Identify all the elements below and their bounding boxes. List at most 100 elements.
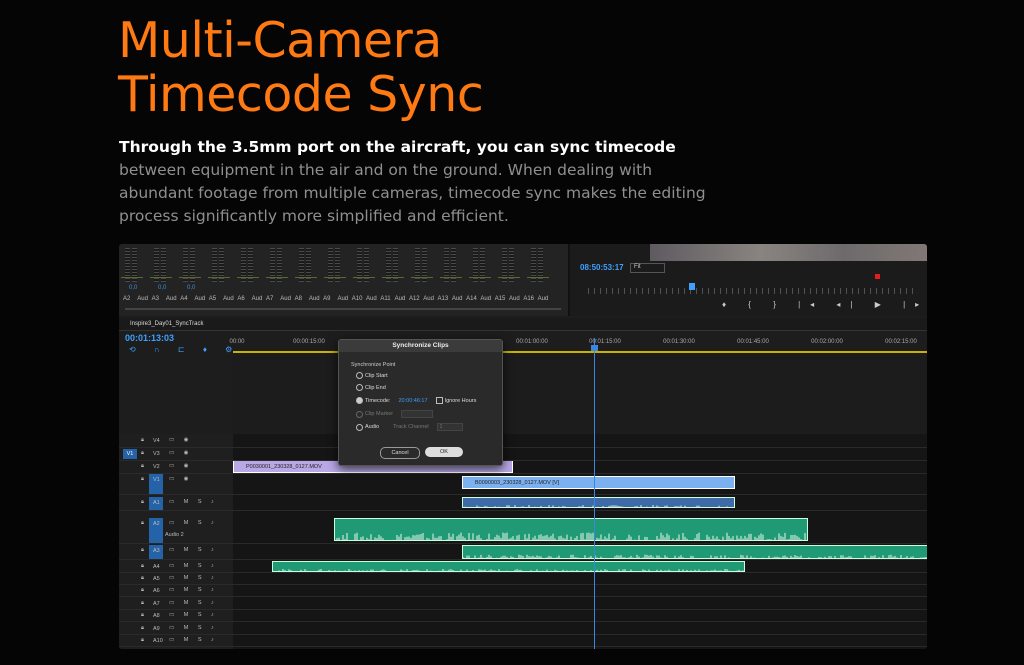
mixer-channel-label: A2	[123, 296, 131, 302]
mixer-channel-meter[interactable]	[324, 244, 346, 292]
mute-solo-icon[interactable]: ▭ M S ♪	[169, 587, 218, 593]
mixer-channel-meter[interactable]	[208, 244, 230, 292]
cancel-button[interactable]: Cancel	[380, 447, 420, 459]
mixer-channel-meter[interactable]	[527, 244, 549, 292]
timecode-field[interactable]: 20:00:46:17	[398, 398, 427, 404]
mixer-value: 0,0	[129, 285, 138, 291]
video-clip-v1[interactable]: B0090003_230328_0127.MOV [V]	[462, 476, 735, 489]
track-header-a1[interactable]: 🔒︎ A1 ▭ M S ♪	[119, 497, 233, 510]
track-header-a8[interactable]: 🔒︎ A8 ▭ M S ♪	[119, 610, 233, 621]
mixer-channel-label: Aud	[480, 296, 492, 302]
ruler-tick-label: 00:01:30:00	[663, 339, 695, 345]
track-header-a9[interactable]: 🔒︎ A9 ▭ M S ♪	[119, 623, 233, 634]
lock-icon[interactable]: 🔒︎	[141, 547, 148, 554]
track-header-v2[interactable]: 🔒︎ V2 ▭ ◉	[119, 461, 233, 473]
lock-icon[interactable]: 🔒︎	[141, 450, 148, 457]
monitor-timecode[interactable]: 08:50:53:17	[580, 263, 624, 272]
mixer-channel-meter[interactable]	[382, 244, 404, 292]
visibility-icon[interactable]: ▭ ◉	[169, 463, 193, 469]
track-header-v3[interactable]: V1 🔒︎ V3 ▭ ◉	[119, 448, 233, 460]
playhead-handle[interactable]	[591, 345, 598, 351]
mute-solo-icon[interactable]: ▭ M S ♪	[169, 547, 218, 553]
lock-icon[interactable]: 🔒︎	[141, 600, 148, 607]
mute-solo-icon[interactable]: ▭ M S ♪	[169, 612, 218, 618]
mute-solo-icon[interactable]: ▭ M S ♪	[169, 499, 218, 505]
track-header-a4[interactable]: 🔒︎ A4 ▭ M S ♪	[119, 561, 233, 572]
radio-icon[interactable]	[356, 423, 363, 431]
audio-clip-a4[interactable]	[272, 561, 745, 572]
sequence-tab[interactable]: Inspire3_Day01_SyncTrack	[119, 318, 927, 331]
lock-icon[interactable]: 🔒︎	[141, 575, 148, 582]
audio-clip-a3[interactable]	[462, 545, 927, 559]
mixer-channel-meter[interactable]	[353, 244, 375, 292]
mute-solo-icon[interactable]: ▭ M S ♪	[169, 637, 218, 643]
mixer-channel-meter[interactable]	[440, 244, 462, 292]
audio-clip-a1[interactable]	[462, 497, 735, 508]
radio-icon[interactable]	[356, 384, 363, 391]
track-channel-select[interactable]: 1	[436, 423, 463, 431]
visibility-icon[interactable]: ▭ ◉	[169, 450, 193, 456]
zoom-select[interactable]: Fit	[630, 263, 665, 273]
track-header-a7[interactable]: 🔒︎ A7 ▭ M S ♪	[119, 598, 233, 609]
audio-clip-a2[interactable]	[334, 518, 808, 541]
transport-controls[interactable]: ♦ { } |◂ ◂| ▶ |▸ ▸| ⇆ ⇆ ▣ ⊠	[722, 300, 927, 309]
playhead[interactable]	[594, 338, 595, 649]
track-header-v4[interactable]: 🔒︎ V4 ▭ ◉	[119, 435, 233, 447]
mute-solo-icon[interactable]: ▭ M S ♪	[169, 600, 218, 606]
mixer-channel-label: Aud	[280, 296, 291, 302]
radio-selected-icon[interactable]	[356, 397, 363, 404]
track-header-a3[interactable]: 🔒︎ A3 ▭ M S ♪	[119, 545, 233, 559]
lock-icon[interactable]: 🔒︎	[141, 563, 148, 570]
editor-screenshot: 0,0 0,0 0,0 A2 Aud A3 Aud A4 Aud A5 Aud A6 Aud A7 A…	[119, 244, 927, 649]
track-separator	[119, 621, 927, 622]
ok-button[interactable]: OK	[425, 447, 463, 457]
clip-marker-select[interactable]	[401, 410, 434, 418]
sequence-timecode[interactable]: 00:01:13:03	[125, 333, 174, 343]
mixer-channel-meter[interactable]	[411, 244, 433, 292]
option-clip-start[interactable]: Clip Start	[356, 372, 388, 379]
lock-icon[interactable]: 🔒︎	[141, 587, 148, 594]
lock-icon[interactable]: 🔒︎	[141, 637, 148, 644]
lock-icon[interactable]: 🔒︎	[141, 612, 148, 619]
lock-icon[interactable]: 🔒︎	[141, 437, 148, 444]
option-timecode[interactable]: Timecode: 20:00:46:17 Ignore Hours	[356, 397, 476, 404]
mixer-channel-meter[interactable]	[237, 244, 259, 292]
monitor-playhead[interactable]	[689, 283, 695, 290]
option-label: Clip End	[365, 384, 386, 391]
lock-icon[interactable]: 🔒︎	[141, 520, 148, 527]
visibility-icon[interactable]: ▭ ◉	[169, 437, 193, 443]
mixer-channel-meter[interactable]	[266, 244, 288, 292]
lock-icon[interactable]: 🔒︎	[141, 625, 148, 632]
mixer-channel-meter[interactable]	[469, 244, 491, 292]
mixer-channel-meter[interactable]	[295, 244, 317, 292]
mute-solo-icon[interactable]: ▭ M S ♪	[169, 563, 218, 569]
mixer-channel-label: A4	[180, 296, 188, 302]
visibility-icon[interactable]: ▭ ◉	[169, 476, 193, 482]
option-audio[interactable]: Audio Track Channel 1	[356, 423, 463, 431]
radio-icon[interactable]	[356, 410, 363, 418]
option-clip-end[interactable]: Clip End	[356, 384, 386, 391]
radio-icon[interactable]	[356, 372, 363, 379]
source-patch[interactable]: V1	[123, 449, 137, 459]
track-name: A4	[153, 564, 160, 570]
ignore-hours-checkbox[interactable]	[435, 397, 443, 404]
title-line-1: Multi-Camera	[118, 12, 442, 69]
mute-solo-icon[interactable]: ▭ M S ♪	[169, 625, 218, 631]
lock-icon[interactable]: 🔒︎	[141, 499, 148, 506]
track-header-a10[interactable]: 🔒︎ A10 ▭ M S ♪	[119, 635, 233, 646]
mixer-channel-meter[interactable]	[498, 244, 520, 292]
mixer-scrollbar[interactable]	[125, 308, 561, 310]
mute-solo-icon[interactable]: ▭ M S ♪	[169, 575, 218, 581]
track-channel-label: Track Channel	[393, 424, 429, 431]
option-clip-marker[interactable]: Clip Marker	[356, 410, 434, 418]
track-header-a2[interactable]: 🔒︎ A2 ▭ M S ♪ Audio 2	[119, 518, 233, 543]
track-header-v1[interactable]: 🔒︎ V1 ▭ ◉	[119, 474, 233, 494]
sequence-name[interactable]: Inspire3_Day01_SyncTrack	[130, 321, 203, 327]
mute-solo-icon[interactable]: ▭ M S ♪	[169, 520, 218, 526]
track-separator	[119, 447, 927, 448]
lock-icon[interactable]: 🔒︎	[141, 476, 148, 483]
lock-icon[interactable]: 🔒︎	[141, 463, 148, 470]
monitor-scrubber[interactable]	[588, 288, 918, 294]
track-header-a6[interactable]: 🔒︎ A6 ▭ M S ♪	[119, 585, 233, 596]
track-header-a5[interactable]: 🔒︎ A5 ▭ M S ♪	[119, 573, 233, 584]
